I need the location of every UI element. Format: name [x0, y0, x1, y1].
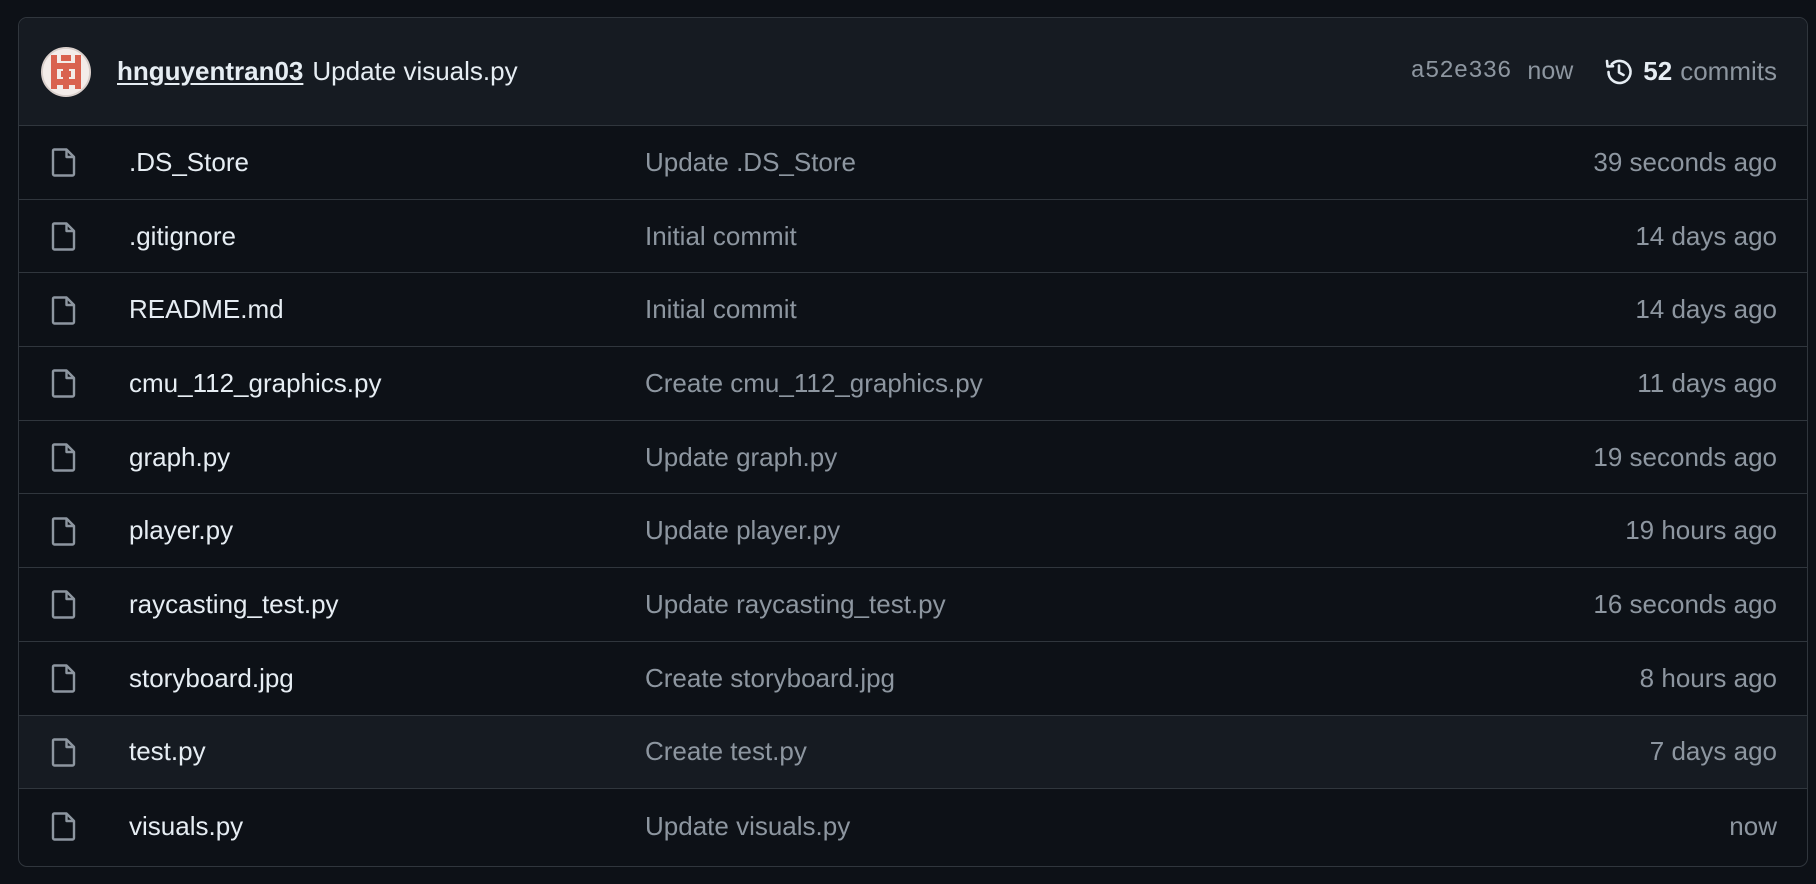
file-name-link[interactable]: cmu_112_graphics.py	[129, 368, 645, 399]
file-row[interactable]: .DS_Store Update .DS_Store 39 seconds ago	[19, 126, 1807, 200]
file-row[interactable]: graph.py Update graph.py 19 seconds ago	[19, 421, 1807, 495]
file-name-link[interactable]: raycasting_test.py	[129, 589, 645, 620]
commit-sha-link[interactable]: a52e336	[1411, 58, 1512, 85]
file-commit-message-link[interactable]: Update visuals.py	[645, 811, 1729, 842]
file-icon	[51, 811, 77, 841]
commits-label: commits	[1680, 56, 1777, 86]
file-name-link[interactable]: README.md	[129, 294, 645, 325]
file-icon	[51, 147, 77, 178]
file-last-updated: 14 days ago	[1635, 294, 1777, 325]
file-commit-message-link[interactable]: Update raycasting_test.py	[645, 589, 1593, 620]
file-row[interactable]: raycasting_test.py Update raycasting_test…	[19, 568, 1807, 642]
file-name-link[interactable]: .DS_Store	[129, 147, 645, 178]
file-last-updated: 39 seconds ago	[1593, 146, 1777, 177]
file-icon	[51, 221, 77, 251]
file-last-updated: 11 days ago	[1637, 367, 1777, 398]
file-commit-message-link[interactable]: Update .DS_Store	[645, 147, 1593, 178]
file-commit-message-link[interactable]: Initial commit	[645, 294, 1635, 325]
commits-count: 52	[1643, 56, 1673, 86]
file-row[interactable]: test.py Create test.py 7 days ago	[19, 715, 1807, 790]
file-row[interactable]: storyboard.jpg Create storyboard.jpg 8 hou…	[19, 642, 1807, 716]
file-commit-message-link[interactable]: Initial commit	[645, 221, 1635, 252]
commit-time: now	[1527, 57, 1574, 85]
file-last-updated: 14 days ago	[1635, 220, 1777, 251]
commit-author-link[interactable]: hnguyentran03	[117, 56, 303, 87]
file-commit-message-link[interactable]: Update graph.py	[645, 442, 1593, 473]
author-avatar[interactable]	[41, 46, 91, 97]
history-icon	[1603, 56, 1635, 88]
file-list: .DS_Store Update .DS_Store 39 seconds ago.…	[19, 126, 1807, 863]
file-row[interactable]: README.md Initial commit 14 days ago	[19, 273, 1807, 348]
file-icon	[51, 442, 77, 472]
file-row[interactable]: player.py Update player.py 19 hours ago	[19, 494, 1807, 569]
file-icon	[51, 368, 77, 399]
file-last-updated: 16 seconds ago	[1593, 588, 1777, 619]
file-row[interactable]: .gitignore Initial commit 14 days ago	[19, 200, 1807, 274]
file-icon	[51, 737, 77, 767]
file-name-link[interactable]: test.py	[129, 736, 645, 767]
commit-message-link[interactable]: Update visuals.py	[312, 56, 517, 87]
file-commit-message-link[interactable]: Create test.py	[645, 736, 1650, 767]
file-name-link[interactable]: graph.py	[129, 442, 645, 473]
file-last-updated: 19 seconds ago	[1593, 441, 1777, 472]
file-last-updated: 7 days ago	[1649, 736, 1777, 767]
file-row[interactable]: visuals.py Update visuals.py now	[19, 789, 1807, 863]
file-icon	[51, 589, 77, 620]
repository-file-browser: hnguyentran03 Update visuals.py a52e336 …	[18, 17, 1808, 867]
file-last-updated: 8 hours ago	[1639, 662, 1777, 693]
file-icon	[51, 295, 77, 325]
file-commit-message-link[interactable]: Create cmu_112_graphics.py	[645, 368, 1637, 399]
file-row[interactable]: cmu_112_graphics.py Create cmu_112_graphi…	[19, 347, 1807, 421]
file-name-link[interactable]: storyboard.jpg	[129, 663, 645, 694]
file-name-link[interactable]: player.py	[129, 515, 645, 546]
file-name-link[interactable]: visuals.py	[129, 811, 645, 842]
file-last-updated: now	[1729, 810, 1777, 841]
file-name-link[interactable]: .gitignore	[129, 221, 645, 252]
latest-commit-bar: hnguyentran03 Update visuals.py a52e336 …	[19, 18, 1807, 126]
file-last-updated: 19 hours ago	[1625, 515, 1777, 546]
file-commit-message-link[interactable]: Create storyboard.jpg	[645, 663, 1640, 694]
commit-history-link[interactable]: 52 commits	[1603, 56, 1777, 88]
file-icon	[51, 516, 77, 546]
identicon-icon	[43, 48, 89, 95]
file-commit-message-link[interactable]: Update player.py	[645, 515, 1625, 546]
file-icon	[51, 663, 77, 693]
